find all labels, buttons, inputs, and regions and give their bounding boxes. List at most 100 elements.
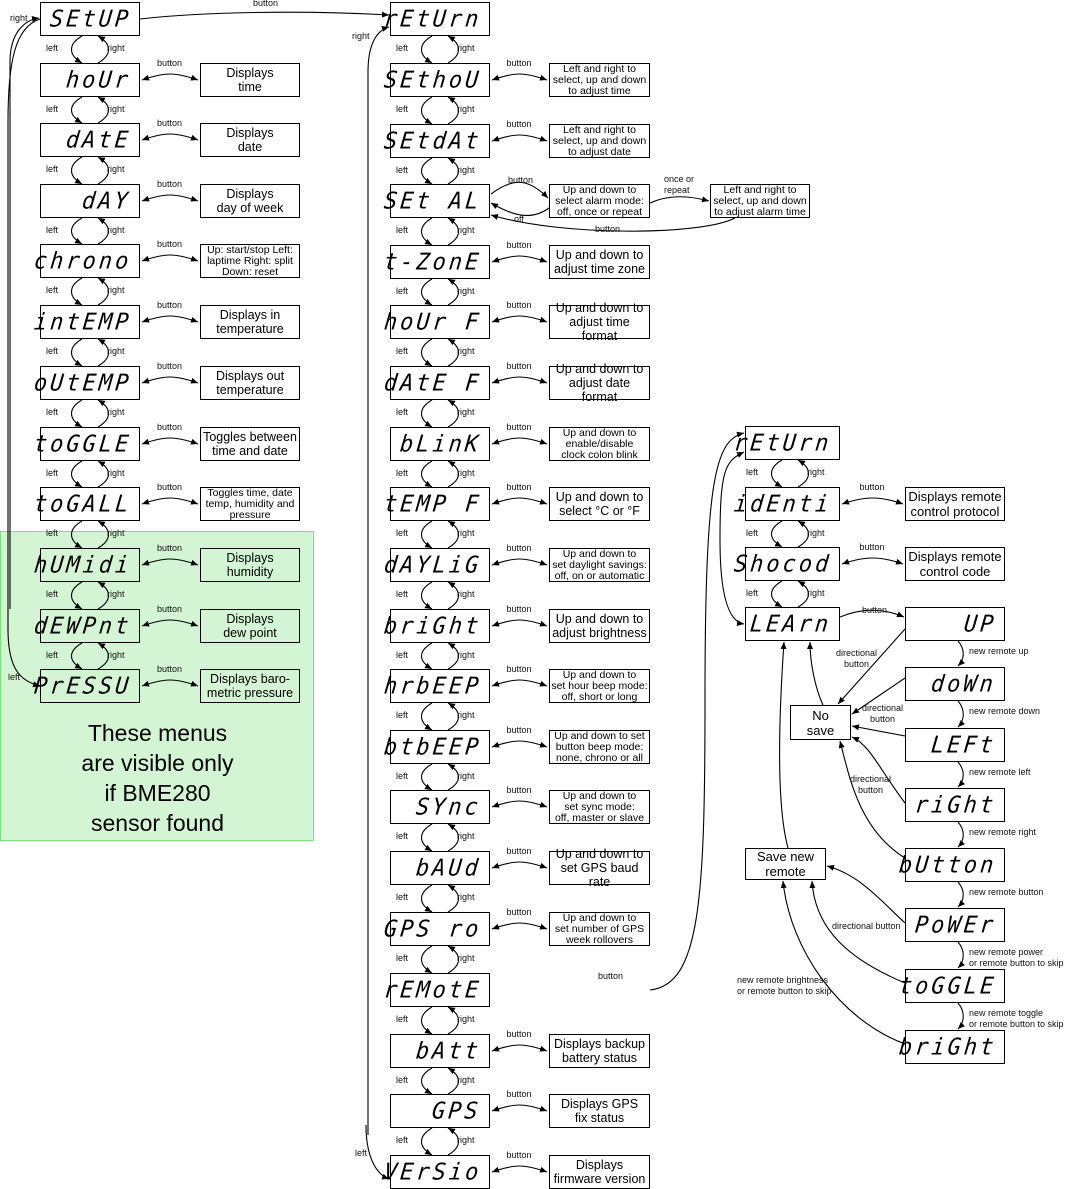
main-menu-item-chrono[interactable]: chrono xyxy=(32,244,140,278)
setup-menu-item-sync[interactable]: SYnc xyxy=(390,790,490,824)
setup-menu-item-baud-text: bAUd xyxy=(414,854,483,882)
setup-menu-item-gps[interactable]: GPS xyxy=(390,1094,490,1128)
main-menu-item-humidi[interactable]: hUMidi xyxy=(32,548,140,582)
setup-menu-item-temp-f[interactable]: tEMP F xyxy=(382,487,490,521)
main-menu-item-dewpnt-text: dEWPnt xyxy=(32,612,133,640)
setup-menu-item-hour-f[interactable]: hoUr F xyxy=(382,305,490,339)
main-button-arrow-4 xyxy=(141,254,199,262)
setup-left-arrow-7 xyxy=(420,460,433,488)
setup-menu-item-btbeep[interactable]: btbEEP xyxy=(382,730,490,764)
remote-right-label: right xyxy=(807,467,825,477)
main-wrap-right-label: right xyxy=(10,13,28,23)
main-right-label: right xyxy=(107,650,125,660)
setup-menu-item-baud[interactable]: bAUd xyxy=(390,851,490,885)
remote-menu-item-learn[interactable]: LEArn xyxy=(745,607,840,641)
remote-button-arrow-1 xyxy=(841,497,904,505)
main-menu-item-outemp[interactable]: oUtEMP xyxy=(32,366,140,400)
main-left-label: left xyxy=(46,589,59,599)
remote-left-arrow-0 xyxy=(770,459,783,488)
setup-menu-desc-btbeep-text: Up and down to set button beep mode: non… xyxy=(554,729,645,764)
main-button-arrow-6 xyxy=(141,376,199,384)
setup-button-arrow-8 xyxy=(491,497,548,505)
main-menu-item-hour[interactable]: hoUr xyxy=(40,63,140,97)
main-menu-item-pressu[interactable]: PrESSU xyxy=(32,669,140,703)
main-left-label: left xyxy=(46,528,59,538)
setup-menu-desc-gps-text: Displays GPS fix status xyxy=(560,1097,639,1125)
setup-menu-desc-hour-f: Up and down to adjust time format xyxy=(549,301,650,343)
learn-next-label-0: new remote up xyxy=(969,646,1029,656)
setup-right-label: right xyxy=(457,771,475,781)
setup-left-arrow-9 xyxy=(420,581,433,610)
main-right-label: right xyxy=(107,407,125,417)
remote-menu-item-identi[interactable]: idEnti xyxy=(732,487,840,521)
main-left-label: left xyxy=(46,468,59,478)
main-menu-item-day[interactable]: dAY xyxy=(40,184,140,218)
setup-left-arrow-18 xyxy=(420,1127,433,1156)
main-left-arrow-5 xyxy=(70,338,83,367)
setup-menu-item-return[interactable]: rEtUrn xyxy=(382,2,490,36)
setup-menu-item-hrbeep[interactable]: hrbEEP xyxy=(382,669,490,703)
main-menu-desc-day-text: Displays day of week xyxy=(216,187,284,215)
setup-menu-desc-blink: Up and down to enable/disable clock colo… xyxy=(549,427,650,461)
setup-menu-item-sync-text: SYnc xyxy=(414,793,483,821)
setup-menu-item-remote[interactable]: rEMotE xyxy=(382,973,490,1007)
nosave-from-left-arrow xyxy=(851,724,906,737)
setup-left-arrow-15 xyxy=(420,945,433,974)
setup-menu-desc-batt: Displays backup battery status xyxy=(549,1034,650,1068)
main-button-label: button xyxy=(157,604,183,614)
setup-menu-item-gps-ro[interactable]: GPS ro xyxy=(382,912,490,946)
setup-menu-item-setdat[interactable]: SEtdAt xyxy=(382,124,490,158)
learn-next-arrow-6 xyxy=(957,1002,966,1030)
setup-menu-desc-hrbeep-text: Up and down to set hour beep mode: off, … xyxy=(551,668,648,703)
setup-menu-desc-hour-f-text: Up and down to adjust time format xyxy=(555,301,644,343)
remote-menu-item-shocod[interactable]: Shocod xyxy=(732,547,840,581)
main-menu-item-toggle[interactable]: toGGLE xyxy=(32,427,140,461)
setup-left-arrow-11 xyxy=(420,702,433,731)
main-menu-desc-dewpnt-text: Displays dew point xyxy=(223,612,277,640)
setup-menu-item-date-f[interactable]: dAtE F xyxy=(382,366,490,400)
setup-menu-item-blink[interactable]: bLinK xyxy=(390,427,490,461)
main-menu-desc-chrono-text: Up: start/stop Left: laptime Right: spli… xyxy=(207,243,293,278)
setup-left-arrow-3 xyxy=(420,217,433,246)
main-left-arrow-4 xyxy=(70,277,83,306)
setup-menu-item-sethou[interactable]: SEthoU xyxy=(382,63,490,97)
main-left-arrow-0 xyxy=(70,35,83,64)
setup-menu-item-remote-text: rEMotE xyxy=(382,976,483,1004)
main-menu-desc-humidi: Displays humidity xyxy=(200,548,300,582)
main-button-arrow-3 xyxy=(141,194,199,202)
main-menu-item-dewpnt[interactable]: dEWPnt xyxy=(32,609,140,643)
main-menu-desc-togall: Toggles time, date temp, humidity and pr… xyxy=(200,487,300,521)
main-menu-desc-intemp: Displays in temperature xyxy=(200,305,300,339)
alarm-back-label: button xyxy=(595,224,621,234)
setup-menu-desc-sync-text: Up and down to set sync mode: off, maste… xyxy=(554,789,645,824)
setup-button-label: button xyxy=(506,785,532,795)
main-left-label: left xyxy=(46,225,59,235)
learn-step-bright: briGht xyxy=(897,1030,1005,1064)
setup-menu-item-daylig[interactable]: dAYLiG xyxy=(382,548,490,582)
main-left-label: left xyxy=(46,407,59,417)
remote-menu-item-return[interactable]: rEtUrn xyxy=(732,426,840,460)
setup-left-label: left xyxy=(396,650,409,660)
setup-menu-item-batt[interactable]: bAtt xyxy=(390,1034,490,1068)
nosave-right-label: directional button xyxy=(850,774,892,795)
main-menu-item-togall[interactable]: toGALL xyxy=(32,487,140,521)
learn-next-label-6: new remote toggle or remote button to sk… xyxy=(969,1008,1064,1029)
remote-entry-arrow xyxy=(649,431,745,991)
setup-left-label: left xyxy=(396,1014,409,1024)
setup-right-label: right xyxy=(457,1135,475,1145)
setup-button-arrow-12 xyxy=(491,740,548,748)
main-menu-desc-togall-text: Toggles time, date temp, humidity and pr… xyxy=(205,486,295,521)
setup-menu-item-bright[interactable]: briGht xyxy=(382,609,490,643)
learn-step-button-text: bUtton xyxy=(897,851,998,879)
main-menu-item-date[interactable]: dAtE xyxy=(40,123,140,157)
setup-menu-item-set-al[interactable]: SEt AL xyxy=(382,184,490,218)
main-right-label: right xyxy=(107,164,125,174)
setup-button-arrow-7 xyxy=(491,437,548,445)
remote-entry-label: button xyxy=(598,971,624,981)
setup-menu-item-t-zone[interactable]: t-ZonE xyxy=(382,245,490,279)
setup-menu-item-versio[interactable]: VErSio xyxy=(382,1155,490,1189)
main-left-label: left xyxy=(46,104,59,114)
main-menu-item-intemp[interactable]: intEMP xyxy=(32,305,140,339)
main-menu-item-setup[interactable]: SEtUP xyxy=(40,2,140,36)
setup-menu-item-gps-ro-text: GPS ro xyxy=(382,915,483,943)
